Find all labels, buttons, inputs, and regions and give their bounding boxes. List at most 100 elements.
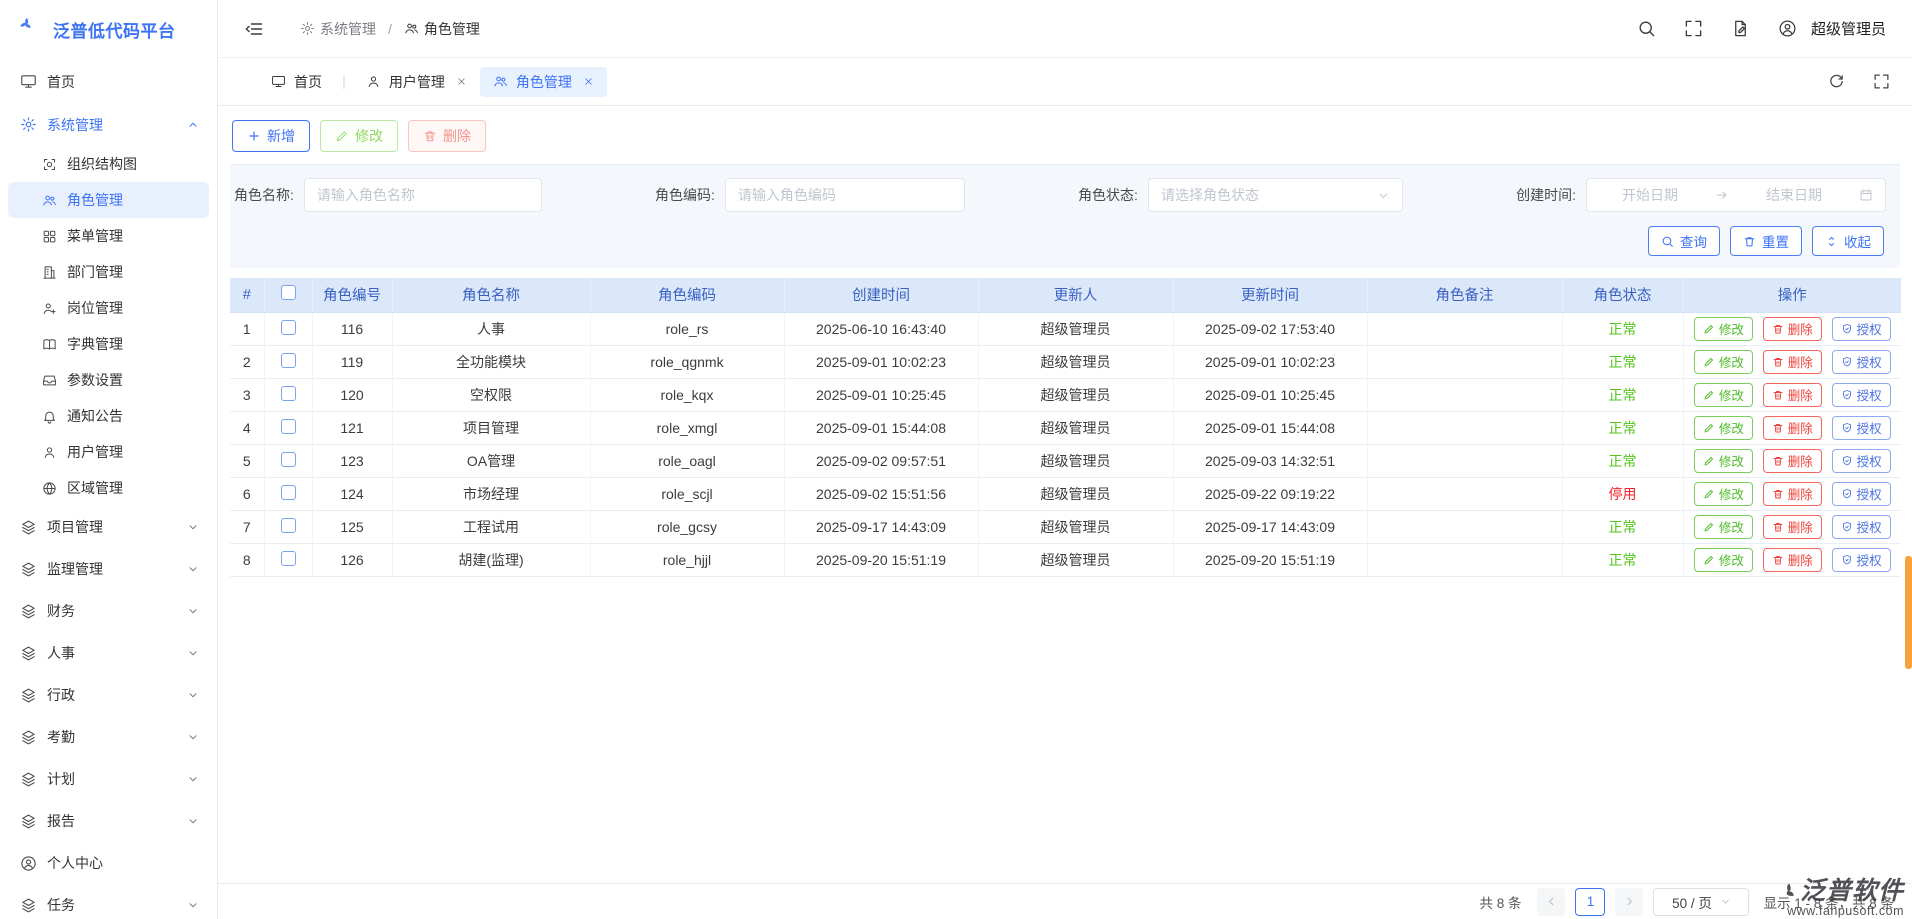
sidebar-item-5[interactable]: 部门管理 xyxy=(8,254,209,290)
delete-button[interactable]: 删除 xyxy=(408,120,486,152)
tab-close-icon[interactable] xyxy=(456,76,467,87)
breadcrumb-section[interactable]: 系统管理 xyxy=(300,19,376,39)
row-checkbox[interactable] xyxy=(281,419,296,434)
reset-button[interactable]: 重置 xyxy=(1730,226,1802,256)
role-name-input[interactable] xyxy=(304,178,542,212)
cell-role-name: 胡建(监理) xyxy=(392,543,590,576)
row-delete-button[interactable]: 删除 xyxy=(1763,449,1822,473)
row-checkbox[interactable] xyxy=(281,386,296,401)
main-area: 系统管理 / 角色管理 xyxy=(218,0,1912,919)
row-authorize-button[interactable]: 授权 xyxy=(1832,449,1891,473)
row-delete-button[interactable]: 删除 xyxy=(1763,350,1822,374)
row-delete-button[interactable]: 删除 xyxy=(1763,383,1822,407)
row-edit-button[interactable]: 修改 xyxy=(1694,350,1753,374)
sidebar-item-11[interactable]: 区域管理 xyxy=(8,470,209,506)
row-delete-button[interactable]: 删除 xyxy=(1763,482,1822,506)
sidebar-item-12[interactable]: 项目管理 xyxy=(8,506,209,548)
role-code-input[interactable] xyxy=(725,178,965,212)
sidebar-item-3[interactable]: 角色管理 xyxy=(8,182,209,218)
chevron-down-icon xyxy=(187,689,199,701)
sidebar-item-19[interactable]: 报告 xyxy=(8,800,209,842)
pencil-icon xyxy=(335,129,349,143)
cell-created: 2025-06-10 16:43:40 xyxy=(784,312,978,345)
row-checkbox[interactable] xyxy=(281,551,296,566)
row-edit-button[interactable]: 修改 xyxy=(1694,449,1753,473)
row-checkbox[interactable] xyxy=(281,320,296,335)
row-authorize-button[interactable]: 授权 xyxy=(1832,416,1891,440)
users-icon xyxy=(42,193,57,208)
row-checkbox[interactable] xyxy=(281,485,296,500)
app-title: 泛普低代码平台 xyxy=(53,17,176,42)
select-all-checkbox[interactable] xyxy=(281,285,296,300)
sidebar-item-16[interactable]: 行政 xyxy=(8,674,209,716)
row-edit-button[interactable]: 修改 xyxy=(1694,548,1753,572)
row-delete-button[interactable]: 删除 xyxy=(1763,416,1822,440)
edit-button[interactable]: 修改 xyxy=(320,120,398,152)
sidebar-item-13[interactable]: 监理管理 xyxy=(8,548,209,590)
row-authorize-button[interactable]: 授权 xyxy=(1832,317,1891,341)
row-checkbox[interactable] xyxy=(281,518,296,533)
collapse-filters-button[interactable]: 收起 xyxy=(1812,226,1884,256)
prev-page-button[interactable] xyxy=(1537,888,1565,916)
next-page-button[interactable] xyxy=(1615,888,1643,916)
fullscreen-content-icon[interactable] xyxy=(1873,73,1890,90)
layers-icon xyxy=(20,561,37,578)
sidebar-item-14[interactable]: 财务 xyxy=(8,590,209,632)
scrollbar-thumb[interactable] xyxy=(1905,556,1912,669)
row-authorize-button[interactable]: 授权 xyxy=(1832,482,1891,506)
row-edit-button[interactable]: 修改 xyxy=(1694,317,1753,341)
current-page-button[interactable]: 1 xyxy=(1575,888,1605,916)
row-delete-button[interactable]: 删除 xyxy=(1763,515,1822,539)
sidebar-item-21[interactable]: 任务 xyxy=(8,884,209,919)
row-edit-button[interactable]: 修改 xyxy=(1694,383,1753,407)
refresh-icon[interactable] xyxy=(1828,73,1845,90)
role-status-select[interactable]: 请选择角色状态 xyxy=(1148,178,1403,212)
chevron-down-icon xyxy=(187,605,199,617)
sidebar-item-7[interactable]: 字典管理 xyxy=(8,326,209,362)
table-row: 3 120 空权限 role_kqx 2025-09-01 10:25:45 超… xyxy=(230,378,1901,411)
theme-settings-icon[interactable] xyxy=(1731,19,1750,38)
row-authorize-button[interactable]: 授权 xyxy=(1832,383,1891,407)
row-delete-button[interactable]: 删除 xyxy=(1763,317,1822,341)
row-delete-button[interactable]: 删除 xyxy=(1763,548,1822,572)
row-edit-button[interactable]: 修改 xyxy=(1694,482,1753,506)
row-edit-button[interactable]: 修改 xyxy=(1694,416,1753,440)
row-checkbox[interactable] xyxy=(281,452,296,467)
current-user[interactable]: 超级管理员 xyxy=(1811,18,1886,39)
row-authorize-button[interactable]: 授权 xyxy=(1832,350,1891,374)
search-icon[interactable] xyxy=(1637,19,1656,38)
add-button[interactable]: 新增 xyxy=(232,120,310,152)
sidebar-item-17[interactable]: 考勤 xyxy=(8,716,209,758)
cell-role-code: role_gcsy xyxy=(590,510,784,543)
tab-0[interactable]: 首页 xyxy=(258,67,335,97)
collapse-sidebar-icon[interactable] xyxy=(244,19,264,39)
sidebar-item-9[interactable]: 通知公告 xyxy=(8,398,209,434)
date-range-picker[interactable]: 开始日期 结束日期 xyxy=(1586,178,1886,212)
cell-updated: 2025-09-22 09:19:22 xyxy=(1173,477,1367,510)
page-size-select[interactable]: 50 / 页 xyxy=(1653,888,1749,916)
cell-actions: 修改 删除 授权 xyxy=(1683,345,1901,378)
row-edit-button[interactable]: 修改 xyxy=(1694,515,1753,539)
sidebar-item-15[interactable]: 人事 xyxy=(8,632,209,674)
fullscreen-icon[interactable] xyxy=(1684,19,1703,38)
row-authorize-button[interactable]: 授权 xyxy=(1832,548,1891,572)
sidebar-item-6[interactable]: 岗位管理 xyxy=(8,290,209,326)
avatar-icon[interactable] xyxy=(1778,19,1797,38)
sidebar-item-4[interactable]: 菜单管理 xyxy=(8,218,209,254)
sidebar-item-label: 区域管理 xyxy=(67,478,123,498)
sidebar-item-8[interactable]: 参数设置 xyxy=(8,362,209,398)
tab-close-icon[interactable] xyxy=(583,76,594,87)
monitor-icon xyxy=(271,74,286,89)
sidebar-item-20[interactable]: 个人中心 xyxy=(8,842,209,884)
sidebar-item-18[interactable]: 计划 xyxy=(8,758,209,800)
sidebar-item-10[interactable]: 用户管理 xyxy=(8,434,209,470)
topbar-actions: 超级管理员 xyxy=(1637,18,1886,39)
tab-2[interactable]: 角色管理 xyxy=(480,67,607,97)
sidebar-item-2[interactable]: 组织结构图 xyxy=(8,146,209,182)
sidebar-item-0[interactable]: 首页 xyxy=(8,60,209,103)
row-authorize-button[interactable]: 授权 xyxy=(1832,515,1891,539)
row-checkbox[interactable] xyxy=(281,353,296,368)
tab-1[interactable]: 用户管理 xyxy=(353,67,480,97)
query-button[interactable]: 查询 xyxy=(1648,226,1720,256)
sidebar-item-1[interactable]: 系统管理 xyxy=(8,103,209,146)
